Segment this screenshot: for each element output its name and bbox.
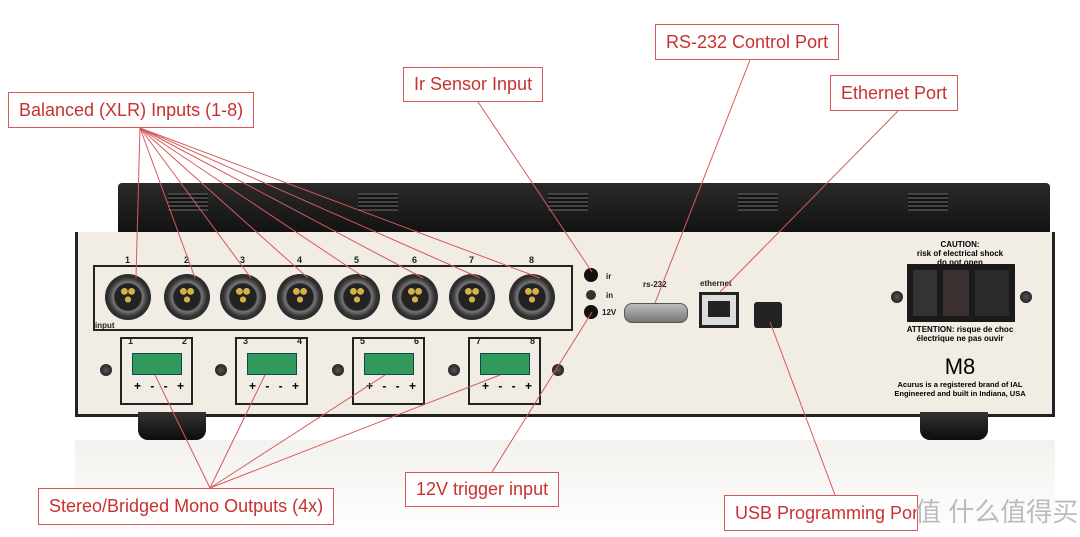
label-stereo-outputs: Stereo/Bridged Mono Outputs (4x): [38, 488, 335, 525]
callout-line: [139, 127, 541, 279]
callout-line: [654, 59, 751, 304]
callout-line: [139, 127, 309, 279]
callout-line: [139, 127, 424, 279]
callout-line: [209, 374, 386, 489]
watermark: 值 什么值得买: [915, 497, 1079, 527]
callout-line: [139, 127, 252, 279]
callout-line: [135, 127, 141, 279]
label-rs232: RS-232 Control Port: [655, 24, 840, 60]
callout-line: [139, 127, 481, 279]
label-balanced-inputs: Balanced (XLR) Inputs (1-8): [8, 92, 255, 128]
callout-line: [139, 127, 196, 279]
callout-line: [139, 127, 366, 279]
callout-line: [769, 321, 836, 496]
label-ethernet: Ethernet Port: [830, 75, 959, 111]
callout-line: [477, 101, 593, 273]
callout-line: [491, 311, 593, 473]
callout-line: [719, 110, 899, 293]
callout-line: [209, 374, 266, 489]
label-ir-sensor: Ir Sensor Input: [403, 67, 544, 102]
callout-line: [154, 374, 211, 489]
label-trigger: 12V trigger input: [405, 472, 560, 507]
label-usb: USB Programming Port: [724, 495, 918, 531]
